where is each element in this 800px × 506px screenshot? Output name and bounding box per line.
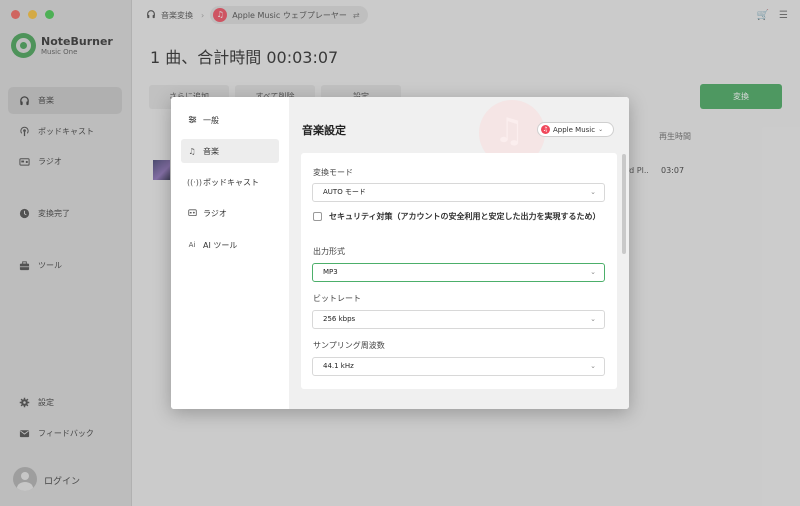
- settings-menu-label: 一般: [203, 115, 219, 125]
- chevron-down-icon: ⌄: [590, 188, 596, 196]
- settings-dialog: 一般 ♫ 音楽 ((·)) ポッドキャスト ラジオ Ai AI ツール ♫ 音楽…: [171, 97, 629, 409]
- settings-title: 音楽設定: [302, 124, 346, 137]
- bitrate-select[interactable]: 256 kbps ⌄: [312, 310, 605, 329]
- apple-music-icon: ♫: [541, 125, 550, 134]
- conversion-mode-select[interactable]: AUTO モード ⌄: [312, 183, 605, 202]
- conversion-mode-label: 変換モード: [313, 168, 353, 177]
- music-source-label: Apple Music: [553, 125, 596, 134]
- output-format-label: 出力形式: [313, 247, 345, 256]
- sample-rate-value: 44.1 kHz: [323, 362, 354, 370]
- settings-card: 変換モード AUTO モード ⌄ セキュリティ対策（アカウントの安全利用と安定し…: [301, 153, 617, 389]
- sample-rate-label: サンプリング周波数: [313, 341, 385, 350]
- settings-menu: 一般 ♫ 音楽 ((·)) ポッドキャスト ラジオ Ai AI ツール: [171, 97, 289, 409]
- output-format-value: MP3: [323, 268, 338, 276]
- settings-scrollbar[interactable]: [622, 154, 626, 254]
- chevron-down-icon: ⌄: [590, 315, 596, 323]
- sliders-icon: [187, 115, 197, 126]
- bitrate-label: ビットレート: [313, 294, 361, 303]
- security-checkbox[interactable]: [313, 212, 322, 221]
- settings-menu-label: AI ツール: [203, 240, 238, 250]
- podcast-icon: ((·)): [187, 177, 203, 187]
- settings-menu-label: 音楽: [203, 146, 219, 156]
- radio-icon: [187, 208, 197, 219]
- output-format-select[interactable]: MP3 ⌄: [312, 263, 605, 282]
- conversion-mode-value: AUTO モード: [323, 188, 366, 196]
- settings-menu-podcast[interactable]: ((·)) ポッドキャスト: [181, 170, 279, 194]
- chevron-down-icon: ⌄: [590, 362, 596, 370]
- security-checkbox-label: セキュリティ対策（アカウントの安全利用と安定した出力を実現するため）: [329, 212, 601, 221]
- settings-menu-radio[interactable]: ラジオ: [181, 201, 279, 225]
- settings-menu-label: ラジオ: [203, 208, 227, 218]
- settings-menu-label: ポッドキャスト: [203, 177, 259, 187]
- ai-icon: Ai: [188, 241, 196, 249]
- sample-rate-select[interactable]: 44.1 kHz ⌄: [312, 357, 605, 376]
- chevron-down-icon: ⌄: [598, 126, 604, 133]
- music-note-icon: ♫: [188, 146, 196, 156]
- settings-menu-ai-tools[interactable]: Ai AI ツール: [181, 233, 279, 257]
- chevron-down-icon: ⌄: [590, 268, 596, 276]
- settings-menu-music[interactable]: ♫ 音楽: [181, 139, 279, 163]
- settings-content: ♫ 音楽設定 ♫ Apple Music ⌄ ✕ 変換モード AUTO モード …: [289, 97, 629, 409]
- music-note-watermark-icon: ♫: [494, 111, 525, 151]
- bitrate-value: 256 kbps: [323, 315, 356, 323]
- settings-menu-general[interactable]: 一般: [181, 108, 279, 132]
- music-source-select[interactable]: ♫ Apple Music ⌄: [537, 122, 614, 137]
